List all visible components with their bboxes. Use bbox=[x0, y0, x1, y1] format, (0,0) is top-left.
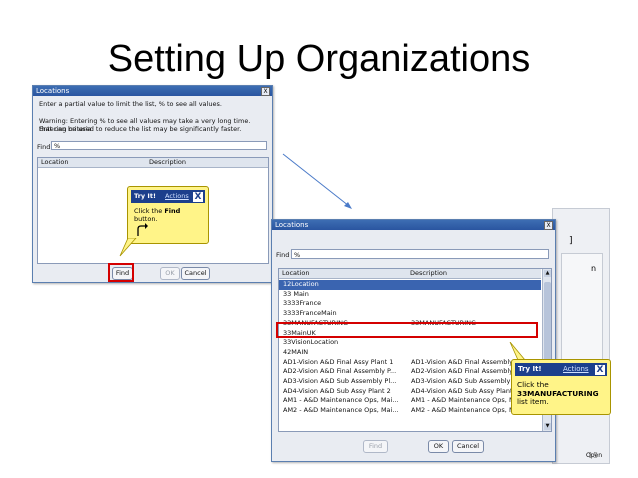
dialog-2-find-label: Find bbox=[276, 251, 290, 259]
list-item[interactable]: AD2-Vision A&D Final Assembly P... AD2-Vi… bbox=[279, 367, 541, 377]
dialog-1-col-location[interactable]: Location bbox=[38, 158, 69, 167]
background-bracket: ] bbox=[569, 236, 573, 246]
dialog-1-instructions: Enter a partial value to limit the list,… bbox=[39, 100, 222, 108]
scroll-down-icon[interactable]: ▼ bbox=[544, 423, 551, 430]
dialog-1-col-description[interactable]: Description bbox=[146, 158, 186, 167]
page-number: 15 bbox=[588, 451, 599, 460]
callout-2-close-icon[interactable]: X bbox=[594, 364, 606, 376]
list-item[interactable]: 3333France bbox=[279, 299, 541, 309]
list-item-location: AD4-Vision A&D Sub Assy Plant 2 bbox=[283, 386, 391, 395]
list-item[interactable]: AD4-Vision A&D Sub Assy Plant 2 AD4-Visio… bbox=[279, 387, 541, 397]
list-item-location: AM1 - A&D Maintenance Ops, Mai... bbox=[283, 396, 399, 405]
callout-1-line-1: Click the bbox=[134, 207, 163, 215]
try-it-callout-1: Try It! Actions X Click the Find button. bbox=[127, 186, 209, 244]
dialog-2-find-input[interactable]: % bbox=[291, 249, 549, 259]
list-item-location: AD3-Vision A&D Sub Assembly Pl... bbox=[283, 377, 397, 385]
list-item[interactable]: AD3-Vision A&D Sub Assembly Pl... AD3-Vis… bbox=[279, 377, 541, 387]
callout-1-title: Try It! bbox=[134, 192, 156, 200]
list-item-location: 3333France bbox=[283, 299, 322, 308]
list-item[interactable]: 3333FranceMain bbox=[279, 309, 541, 319]
scroll-up-icon[interactable]: ▲ bbox=[544, 270, 551, 277]
list-item-location: AD1-Vision A&D Final Assy Plant 1 bbox=[283, 357, 394, 366]
list-item-location: 33 Main bbox=[283, 289, 309, 298]
callout-1-line-2: button. bbox=[134, 215, 158, 223]
dialog-2-col-description[interactable]: Description bbox=[407, 269, 447, 278]
list-item[interactable]: 12Location bbox=[279, 280, 541, 290]
background-panel bbox=[561, 253, 603, 375]
dialog-2-col-location[interactable]: Location bbox=[279, 269, 310, 278]
find-button-highlight bbox=[108, 263, 134, 282]
dialog-1-titlebar: Locations X bbox=[33, 86, 272, 96]
callout-2-header: Try It! Actions X bbox=[515, 363, 607, 376]
list-item[interactable]: 42MAIN bbox=[279, 348, 541, 358]
list-item[interactable]: AM2 - A&D Maintenance Ops, Mai... AM2 - A… bbox=[279, 406, 541, 416]
dialog-2-title: Locations bbox=[275, 221, 309, 229]
list-item-location: 3333FranceMain bbox=[283, 309, 337, 318]
callout-1-close-icon[interactable]: X bbox=[192, 191, 204, 203]
dialog-2-find-button[interactable]: Find bbox=[363, 440, 388, 453]
list-item[interactable]: AD1-Vision A&D Final Assy Plant 1 AD1-Vis… bbox=[279, 358, 541, 368]
dialog-1-find-input[interactable]: % bbox=[51, 141, 267, 150]
callout-2-line-2: list item. bbox=[517, 397, 549, 406]
try-it-callout-2: Try It! Actions X Click the 33MANUFACTUR… bbox=[511, 359, 611, 415]
dialog-2-titlebar: Locations X bbox=[272, 220, 555, 230]
locations-dialog-2: Locations X Find % Location Description … bbox=[271, 219, 556, 462]
callout-1-tail bbox=[119, 238, 137, 257]
dialog-1-title: Locations bbox=[36, 87, 70, 95]
list-item[interactable]: AM1 - A&D Maintenance Ops, Mai... AM1 - A… bbox=[279, 396, 541, 406]
list-item-location: AD2-Vision A&D Final Assembly P... bbox=[283, 367, 397, 376]
dialog-2-cancel-button[interactable]: Cancel bbox=[452, 440, 484, 453]
callout-1-header: Try It! Actions X bbox=[131, 190, 205, 203]
dialog-1-find-label: Find bbox=[37, 143, 51, 151]
list-item-location: 12Location bbox=[283, 280, 319, 288]
callout-2-title: Try It! bbox=[518, 365, 542, 373]
dialog-1-close-icon[interactable]: X bbox=[261, 87, 270, 96]
list-item-location: 33VisionLocation bbox=[283, 338, 339, 347]
list-item-location: 42MAIN bbox=[283, 347, 309, 356]
background-letter: n bbox=[591, 264, 597, 273]
dialog-1-ok-button[interactable]: OK bbox=[160, 267, 180, 280]
callout-1-text: Click the Find button. bbox=[134, 207, 180, 223]
manufacturing-row-highlight bbox=[276, 322, 538, 338]
callout-2-actions-link[interactable]: Actions bbox=[563, 365, 589, 373]
dialog-2-close-icon[interactable]: X bbox=[544, 221, 553, 230]
dialog-1-list-header: Location Description bbox=[38, 158, 268, 168]
locations-dialog-1: Locations X Enter a partial value to lim… bbox=[32, 85, 273, 283]
dialog-1-cancel-button[interactable]: Cancel bbox=[181, 267, 210, 280]
background-window: ] n Open bbox=[552, 208, 610, 464]
list-item[interactable]: 33 Main bbox=[279, 290, 541, 300]
dialog-1-warning-line-2: that can be used to reduce the list may … bbox=[39, 125, 242, 133]
dialog-2-ok-button[interactable]: OK bbox=[428, 440, 449, 453]
pointer-arrow-icon bbox=[137, 223, 148, 236]
callout-1-actions-link[interactable]: Actions bbox=[165, 192, 189, 200]
callout-2-text: Click the 33MANUFACTURING list item. bbox=[517, 380, 599, 407]
list-item-location: AM2 - A&D Maintenance Ops, Mai... bbox=[283, 406, 399, 415]
list-item[interactable]: 33VisionLocation bbox=[279, 338, 541, 348]
dialog-2-list-header: Location Description bbox=[279, 269, 541, 279]
callout-1-bold: Find bbox=[164, 207, 181, 215]
